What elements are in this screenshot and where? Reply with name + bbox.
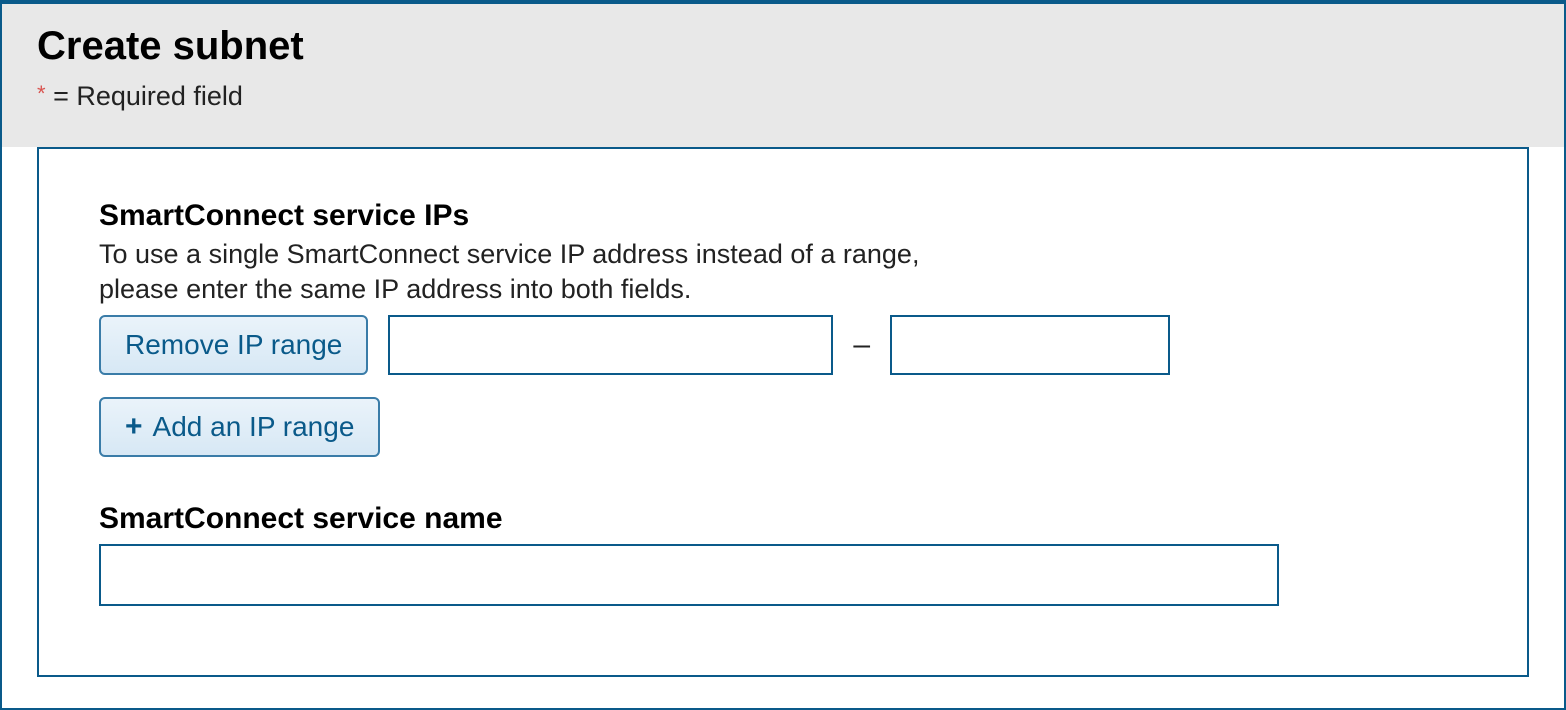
required-asterisk: *: [37, 81, 46, 106]
desc-line-2: please enter the same IP address into bo…: [99, 274, 691, 304]
dialog-frame: Create subnet * = Required field SmartCo…: [0, 0, 1566, 710]
page-title: Create subnet: [37, 24, 1529, 69]
smartconnect-name-label: SmartConnect service name: [99, 502, 1467, 536]
smartconnect-ips-description: To use a single SmartConnect service IP …: [99, 237, 1467, 307]
smartconnect-ips-heading: SmartConnect service IPs: [99, 199, 1467, 233]
ip-range-end-input[interactable]: [890, 315, 1170, 375]
remove-ip-range-button[interactable]: Remove IP range: [99, 315, 368, 375]
add-ip-range-button[interactable]: + Add an IP range: [99, 397, 380, 457]
plus-icon: +: [125, 412, 143, 442]
add-ip-range-label: Add an IP range: [153, 411, 355, 443]
ip-range-start-input[interactable]: [388, 315, 833, 375]
ip-range-row: Remove IP range –: [99, 315, 1467, 375]
form-panel: SmartConnect service IPs To use a single…: [37, 147, 1529, 677]
ip-range-dash: –: [853, 328, 870, 362]
smartconnect-name-input[interactable]: [99, 544, 1279, 606]
add-ip-range-row: + Add an IP range: [99, 397, 1467, 457]
required-text: = Required field: [46, 81, 243, 111]
dialog-header: Create subnet * = Required field: [2, 4, 1564, 147]
required-field-note: * = Required field: [37, 81, 1529, 112]
desc-line-1: To use a single SmartConnect service IP …: [99, 239, 919, 269]
